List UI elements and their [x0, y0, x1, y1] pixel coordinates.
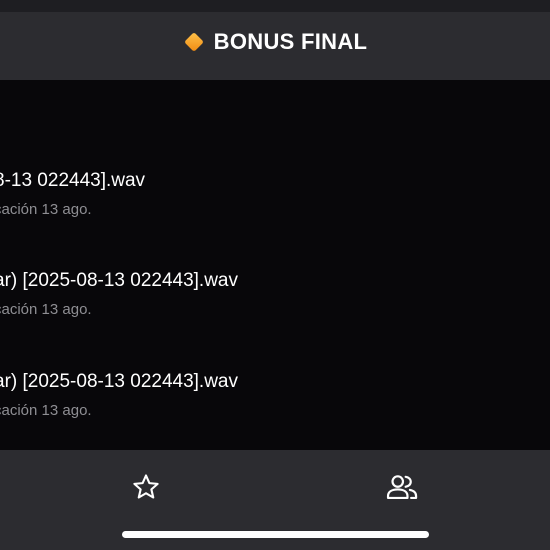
home-indicator[interactable] [122, 531, 429, 538]
star-icon [133, 474, 159, 499]
file-meta: cación 13 ago. [0, 301, 92, 318]
tab-favorites[interactable] [124, 465, 168, 509]
file-name: 8-13 022443].wav [0, 170, 146, 191]
list-item[interactable]: ar) [2025-08-13 022443].wav cación 13 ag… [0, 270, 550, 340]
file-name: ar) [2025-08-13 022443].wav [0, 371, 238, 392]
status-bar [0, 0, 550, 12]
orange-diamond-icon [184, 33, 203, 51]
people-icon [386, 475, 418, 500]
header-title-group[interactable]: BONUS FINAL [183, 29, 368, 55]
file-meta: cación 13 ago. [0, 402, 92, 419]
list-item[interactable]: ar) [2025-08-13 022443].wav cación 13 ag… [0, 371, 550, 441]
list-item[interactable]: 8-13 022443].wav cación 13 ago. [0, 170, 550, 240]
file-name: ar) [2025-08-13 022443].wav [0, 270, 238, 291]
header-bar: BONUS FINAL [0, 12, 550, 80]
file-meta: cación 13 ago. [0, 201, 92, 218]
screen: BONUS FINAL 8-13 022443].wav cación 13 a… [0, 0, 550, 550]
file-list: 8-13 022443].wav cación 13 ago. ar) [202… [0, 80, 550, 450]
page-title: BONUS FINAL [213, 29, 368, 54]
tab-people[interactable] [380, 465, 424, 509]
